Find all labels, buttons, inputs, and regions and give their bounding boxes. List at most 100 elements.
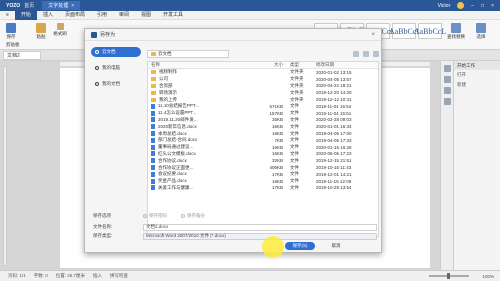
- task-pane-open[interactable]: 打开: [454, 70, 500, 80]
- menu-review[interactable]: 审阅: [113, 11, 135, 20]
- column-date[interactable]: 修改日期: [316, 62, 378, 68]
- menu-layout[interactable]: 页面布局: [59, 11, 91, 20]
- style-preset-5[interactable]: AaBbCcL: [414, 23, 446, 39]
- comment-icon[interactable]: [443, 98, 451, 105]
- menu-developer[interactable]: 开发工具: [157, 11, 189, 20]
- home-tab[interactable]: 首页: [24, 2, 34, 9]
- file-type-cell: 文件: [290, 171, 299, 177]
- panel-icon[interactable]: [443, 65, 451, 72]
- file-type-cell: 文件: [290, 178, 299, 184]
- place-cloud-docs[interactable]: 云文档: [91, 47, 141, 57]
- back-icon[interactable]: [353, 50, 359, 57]
- format-brush-button[interactable]: 格式刷: [52, 23, 68, 37]
- dialog-title-bar: 另存为 ×: [85, 29, 381, 41]
- radio-icon: [181, 214, 185, 218]
- task-pane-new[interactable]: 新建: [454, 80, 500, 90]
- document-icon: [151, 137, 155, 143]
- select-button[interactable]: 选择: [472, 23, 490, 40]
- file-row[interactable]: 合作协议正面更... 406KB 文件 2019-10-15 11:43: [148, 164, 378, 171]
- app-logo: YOZO: [6, 2, 21, 9]
- cancel-button[interactable]: 取消: [321, 242, 351, 250]
- document-icon: [151, 144, 155, 150]
- file-row[interactable]: 2019.11.20邮件发... 35KB 文件 2020-02-28 09:03: [148, 117, 378, 124]
- file-type-cell: 文件夹: [290, 96, 304, 102]
- paste-button[interactable]: 粘贴: [34, 23, 48, 40]
- find-replace-button[interactable]: 查找替换: [446, 23, 466, 40]
- path-actions: [353, 50, 379, 57]
- file-rows: 视频制作 文件夹 2020-01-02 13:15 公司 文件夹 2020-04-05 1…: [148, 69, 378, 191]
- file-row[interactable]: 视频制作 文件夹 2020-01-02 13:15: [148, 69, 378, 76]
- file-name-cell: 合作协议.docx: [148, 158, 264, 164]
- file-date-cell: 2020-01-01 16:34: [316, 124, 352, 130]
- style-icon[interactable]: [443, 76, 451, 83]
- computer-icon: [95, 66, 99, 70]
- maximize-icon[interactable]: □: [481, 3, 484, 9]
- new-folder-icon[interactable]: [363, 50, 369, 57]
- status-words: 字数: 0: [33, 273, 48, 278]
- brush-icon: [56, 23, 64, 30]
- file-row[interactable]: 董事局通过建议... 16KB 文件 2020-01-15 16:28: [148, 144, 378, 151]
- path-dropdown[interactable]: 云文档: [147, 49, 229, 58]
- filename-input[interactable]: 文档2.docx: [143, 223, 377, 231]
- task-pane-title: 开始工作: [454, 61, 500, 70]
- clipboard-group-label: 剪贴板: [6, 42, 20, 47]
- file-row[interactable]: 奖金产品.docx 18KB 文件 2019-11-15 12:09: [148, 178, 378, 185]
- file-size-cell: 17KB: [271, 171, 283, 177]
- style-preset-4[interactable]: AaBbCcI: [389, 23, 419, 39]
- file-date-cell: 2019-12-01 14:21: [316, 171, 352, 177]
- place-my-documents[interactable]: 我的文档: [91, 79, 141, 89]
- vertical-ruler: [3, 66, 7, 266]
- doc-tab[interactable]: 文字处理 ×: [42, 1, 81, 10]
- file-row[interactable]: 我的上传 文件夹 2019-12-12 10:31: [148, 96, 378, 103]
- file-row[interactable]: 会议纪要.docx 17KB 文件 2019-12-01 14:21: [148, 171, 378, 178]
- save-button[interactable]: 保存: [4, 23, 18, 40]
- file-row[interactable]: 11.10总结报告PPT... 571KB 文件 2019-11-04 15:54: [148, 103, 378, 110]
- user-name[interactable]: Victor: [438, 3, 451, 9]
- file-date-cell: 2020-04-22 18:21: [316, 83, 352, 89]
- minimize-icon[interactable]: –: [471, 3, 474, 9]
- file-row[interactable]: 合资部 文件夹 2020-04-22 18:21: [148, 83, 378, 90]
- place-my-computer[interactable]: 我的电脑: [91, 63, 141, 73]
- zoom-knob[interactable]: [447, 273, 451, 279]
- app-window: YOZO 首页 文字处理 × Victor – □ × ≡ 开始 插入 页面布局…: [0, 0, 500, 281]
- clip-icon[interactable]: [443, 87, 451, 94]
- window-close-icon[interactable]: ×: [491, 3, 494, 9]
- column-size[interactable]: 大小: [264, 62, 286, 68]
- file-type-cell: 文件: [290, 130, 299, 136]
- file-row[interactable]: 关爱工作与健康... 17KB 文件 2019-10-29 13:54: [148, 185, 378, 192]
- close-icon[interactable]: ×: [71, 3, 74, 9]
- file-date-cell: 2020-01-15 16:28: [316, 144, 352, 150]
- file-row[interactable]: 转场演示 文件夹 2019-12-20 14:20: [148, 89, 378, 96]
- file-size-cell: 406KB: [269, 165, 283, 171]
- file-row[interactable]: 11.4怎么设置PPT... 157KB 文件 2019-11-04 15:51: [148, 110, 378, 117]
- column-name[interactable]: 名称: [148, 62, 264, 68]
- zoom-level[interactable]: 100%: [482, 274, 494, 279]
- filetype-select[interactable]: Microsoft Word 2007/2010 文件 (*.docx): [143, 232, 377, 240]
- file-row[interactable]: 2020新年信息.docx 16KB 文件 2020-01-01 16:34: [148, 123, 378, 130]
- view-mode-icon[interactable]: [373, 50, 379, 57]
- file-row[interactable]: 红头公文模板.docx 16KB 文件 2020-05-06 17:23: [148, 151, 378, 158]
- file-row[interactable]: 本周总结.docx 18KB 文件 2019-04-05 17:00: [148, 130, 378, 137]
- menu-file-icon[interactable]: ≡: [0, 11, 15, 20]
- menu-references[interactable]: 引用: [91, 11, 113, 20]
- file-type-cell: 文件: [290, 157, 299, 163]
- file-date-cell: 2020-05-06 17:23: [316, 151, 352, 157]
- menu-insert[interactable]: 插入: [37, 11, 59, 20]
- folder-icon: [151, 51, 156, 56]
- menu-view[interactable]: 视图: [135, 11, 157, 20]
- column-type[interactable]: 类型: [286, 62, 316, 68]
- status-insert[interactable]: 插入: [93, 273, 102, 279]
- file-date-cell: 2019-12-20 14:20: [316, 90, 352, 96]
- status-spell[interactable]: 拼写检查: [110, 273, 128, 279]
- option-backup[interactable]: 保存备份: [181, 213, 205, 219]
- file-row[interactable]: 公司 文件夹 2020-04-05 13:57: [148, 76, 378, 83]
- file-row[interactable]: 合作协议.docx 32KB 文件 2019-12-15 21:51: [148, 157, 378, 164]
- menu-home[interactable]: 开始: [14, 10, 37, 20]
- avatar[interactable]: [457, 2, 465, 9]
- zoom-slider[interactable]: [429, 273, 470, 279]
- option-password[interactable]: 保存密码: [143, 213, 167, 219]
- dialog-close-icon[interactable]: ×: [371, 32, 375, 38]
- document-tab[interactable]: 文档2: [3, 51, 41, 60]
- save-confirm-button[interactable]: 保存(S): [285, 242, 315, 250]
- file-row[interactable]: 部门总结-合同.docx 7KB 文件 2019-04-05 17:33: [148, 137, 378, 144]
